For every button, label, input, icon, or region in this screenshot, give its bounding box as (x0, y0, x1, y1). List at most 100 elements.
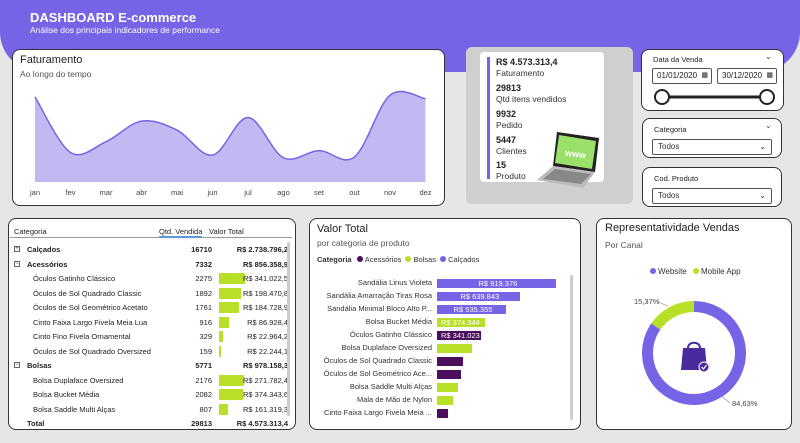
categoria-table: Categoria Qtd. Vendida Valor Total + Calç… (10, 224, 292, 428)
start-date-input[interactable]: 01/01/2020 ▦ (652, 68, 712, 84)
collapse-icon[interactable]: − (14, 260, 20, 267)
produto-dropdown[interactable]: Todos ⌄ (652, 188, 772, 204)
valor-total-title: Valor Total (317, 223, 368, 235)
table-row[interactable]: Óculos de Sol Quadrado Oversized 159 R$ 22… (10, 344, 292, 359)
x-tick-label: dez (419, 188, 431, 197)
table-row[interactable]: Bolsa Bucket Média 2082 R$ 374.343,6 (10, 387, 292, 402)
cell-qtd: 2082 (195, 390, 212, 399)
cell-qtd: 16710 (191, 245, 212, 254)
bar[interactable] (437, 357, 463, 366)
kpi-value-faturamento: R$ 4.573.313,4 (496, 57, 558, 67)
cell-valor: R$ 978.158,3 (242, 361, 288, 370)
legend-title: Categoria (317, 255, 352, 264)
table-row[interactable]: Bolsa Duplaface Oversized 2176 R$ 271.782,… (10, 373, 292, 388)
cell-categoria: Bolsa Bucket Média (33, 390, 100, 399)
bar-category-label: Bolsa Saddle Multi Alças (349, 382, 432, 391)
cell-categoria: Bolsa Saddle Multi Alças (33, 404, 116, 414)
donut-label-mobile: 15,37% (634, 297, 660, 306)
legend-label: Mobile App (701, 267, 741, 276)
legend-item-mobile[interactable]: Mobile App (693, 267, 741, 276)
kpi-label-pedido: Pedido (496, 120, 523, 130)
legend-label: Bolsas (413, 255, 436, 264)
col-header-valor[interactable]: Valor Total (209, 227, 244, 236)
bar[interactable] (437, 409, 449, 418)
cell-valor: R$ 374.343,6 (242, 390, 288, 399)
cell-categoria: Acessórios (27, 259, 68, 269)
representatividade-donut-chart: 15,37% 84,63% (634, 297, 758, 408)
bar-category-label: Bolsa Bucket Média (365, 317, 432, 326)
chevron-down-icon[interactable]: ⌄ (765, 121, 772, 130)
x-tick-label: mai (171, 188, 183, 197)
calendar-icon[interactable]: ▦ (766, 69, 773, 83)
table-header: Categoria Qtd. Vendida Valor Total (10, 224, 292, 238)
kpi-label-faturamento: Faturamento (496, 68, 545, 78)
cell-qtd: 329 (199, 332, 212, 341)
bar-value-label: R$ 919.376 (478, 279, 518, 288)
date-range-slider[interactable] (650, 87, 780, 107)
legend-item-calcados[interactable]: Calçados (440, 255, 479, 264)
donut-label-website: 84,63% (732, 399, 758, 408)
x-tick-label: ago (277, 188, 290, 197)
cell-qtd: 807 (199, 404, 212, 414)
col-header-categoria[interactable]: Categoria (14, 227, 47, 236)
legend-item-bolsas[interactable]: Bolsas (405, 255, 436, 264)
bar-value-label: R$ 374.344 (441, 318, 480, 327)
bar-value-label: R$ 341.023 (441, 331, 480, 340)
date-filter-label: Data da Venda (653, 55, 703, 64)
leader-line (719, 394, 731, 404)
chevron-down-icon[interactable]: ⌄ (765, 52, 772, 61)
bar-value-label: R$ 639.843 (460, 292, 500, 301)
end-date-input[interactable]: 30/12/2020 ▦ (717, 68, 777, 84)
shopping-bag-icon (681, 341, 710, 373)
col-header-qtd[interactable]: Qtd. Vendida (159, 227, 203, 238)
legend-dot (405, 256, 412, 262)
cell-categoria: Calçados (27, 245, 61, 254)
kpi-accent-bar (487, 57, 490, 179)
cell-qtd: 159 (199, 346, 212, 356)
bar[interactable] (437, 370, 461, 379)
categoria-dropdown[interactable]: Todos ⌄ (652, 139, 772, 155)
bar[interactable] (437, 383, 458, 392)
end-date-value: 30/12/2020 (722, 71, 763, 80)
collapse-icon[interactable]: − (14, 362, 20, 368)
cell-valor: R$ 341.022,5 (242, 274, 288, 283)
valor-total-scrollbar[interactable] (570, 275, 573, 420)
leader-line (657, 301, 669, 307)
valor-total-legend: Categoria Acessórios Bolsas Calçados (317, 255, 479, 264)
table-row[interactable]: Bolsa Saddle Multi Alças 807 R$ 161.319,3 (10, 402, 292, 417)
cell-categoria: Óculos Gatinho Clássico (33, 274, 116, 283)
slider-handle-end (759, 89, 775, 105)
legend-label: Calçados (448, 255, 480, 264)
table-row[interactable]: Óculos Gatinho Clássico 2275 R$ 341.022,5 (10, 271, 292, 286)
table-row[interactable]: − Acessórios 7332 R$ 856.358,9 (10, 257, 292, 272)
cell-qtd: 29813 (191, 419, 212, 428)
cell-qtd: 1892 (195, 288, 212, 298)
legend-item-acessorios[interactable]: Acessórios (356, 255, 401, 264)
cell-valor: R$ 4.573.313,4 (236, 419, 288, 428)
valor-total-subtitle: por categoria de produto (317, 238, 410, 248)
table-row[interactable]: Cinto Fino Fivela Ornamental 329 R$ 22.964… (10, 329, 292, 344)
categoria-selected: Todos (658, 142, 680, 151)
table-row[interactable]: Cinto Faixa Largo Fivela Meia Lua 916 R$ 8… (10, 315, 292, 330)
bar-category-label: Sandália Linus Violeta (357, 278, 432, 287)
table-row[interactable]: − Bolsas 5771 R$ 978.158,3 (10, 358, 292, 373)
cell-qtd: 916 (199, 317, 212, 327)
table-row[interactable]: Óculos de Sol Geométrico Acetato 1761 R$ 1… (10, 300, 292, 315)
expand-icon[interactable]: + (14, 246, 20, 252)
table-row[interactable]: Óculos de Sol Quadrado Classic 1892 R$ 198… (10, 286, 292, 301)
cell-categoria: Bolsa Duplaface Oversized (33, 375, 124, 385)
bar-category-label: Óculos de Sol Quadrado Classic (323, 356, 432, 365)
table-total-row[interactable]: Total 29813 R$ 4.573.313,4 (10, 416, 292, 431)
cell-valor: R$ 161.319,3 (242, 404, 288, 414)
calendar-icon[interactable]: ▦ (701, 69, 708, 83)
legend-item-website[interactable]: Website (650, 267, 687, 276)
cell-qtd: 5771 (195, 361, 212, 370)
bar[interactable] (437, 396, 453, 405)
bar-category-label: Sandália Minimal Bloco Alto P... (327, 304, 432, 313)
bar-category-label: Mala de Mão de Nylon (356, 395, 432, 404)
cell-valor: R$ 2.738.796,2 (236, 245, 288, 254)
table-row[interactable]: + Calçados 16710 R$ 2.738.796,2 (10, 242, 292, 257)
bar[interactable] (437, 344, 473, 353)
kpi-label-produto: Produto (496, 171, 526, 181)
table-scrollbar[interactable] (287, 242, 290, 416)
